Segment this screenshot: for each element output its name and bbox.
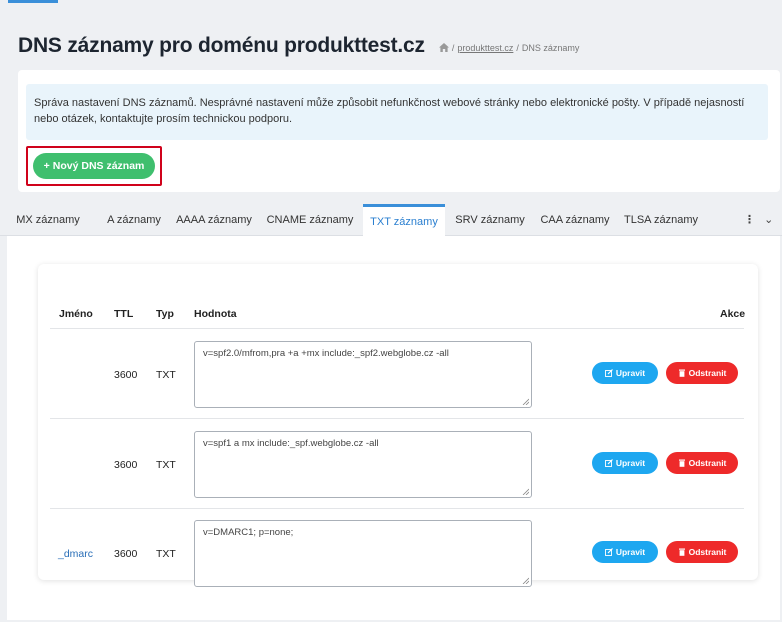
column-header-name: Jméno [59, 308, 93, 320]
resize-handle-icon[interactable] [522, 488, 529, 495]
record-value-text: v=DMARC1; p=none; [203, 527, 294, 538]
column-header-value: Hodnota [194, 308, 237, 320]
trash-icon [678, 459, 685, 467]
breadcrumb: / produkttest.cz / DNS záznamy [438, 42, 580, 53]
edit-label: Upravit [615, 547, 646, 557]
page-title: DNS záznamy pro doménu produkttest.cz [18, 34, 425, 57]
page-header: DNS záznamy pro doménu produkttest.cz / … [18, 34, 579, 58]
record-type: TXT [156, 369, 176, 381]
record-value-text: v=spf1 a mx include:_spf.webglobe.cz -al… [203, 438, 379, 449]
edit-button[interactable]: Upravit [592, 452, 658, 474]
tab-tlsa[interactable]: TLSA záznamy [620, 204, 702, 236]
column-header-actions: Akce [720, 308, 746, 320]
home-icon[interactable] [438, 43, 449, 52]
new-record-highlight: + Nový DNS záznam [26, 146, 162, 186]
new-dns-record-button[interactable]: + Nový DNS záznam [33, 153, 155, 179]
new-dns-record-label: Nový DNS záznam [52, 160, 145, 172]
edit-label: Upravit [615, 368, 646, 378]
column-header-ttl: TTL [114, 308, 134, 320]
plus-icon: + [43, 160, 50, 172]
tab-caa[interactable]: CAA záznamy [536, 204, 614, 236]
edit-button[interactable]: Upravit [592, 541, 658, 563]
record-type: TXT [156, 548, 176, 560]
edit-button[interactable]: Upravit [592, 362, 658, 384]
record-value-textarea[interactable]: v=spf2.0/mfrom,pra +a +mx include:_spf2.… [194, 341, 532, 408]
record-value-textarea[interactable]: v=spf1 a mx include:_spf.webglobe.cz -al… [194, 431, 532, 498]
tabs-more-menu[interactable]: ⋮ ⌄ [744, 204, 773, 236]
record-name[interactable]: _dmarc [58, 548, 93, 560]
edit-icon [604, 548, 613, 556]
chevron-down-icon: ⌄ [764, 214, 774, 226]
tab-srv[interactable]: SRV záznamy [452, 204, 528, 236]
record-ttl: 3600 [114, 459, 138, 471]
column-header-type: Typ [156, 308, 174, 320]
delete-label: Odstranit [688, 547, 727, 557]
intro-card: Správa nastavení DNS záznamů. Nesprávné … [18, 70, 780, 192]
record-ttl: 3600 [114, 369, 138, 381]
delete-button[interactable]: Odstranit [666, 452, 738, 474]
record-ttl: 3600 [114, 548, 138, 560]
resize-handle-icon[interactable] [522, 577, 529, 584]
resize-handle-icon[interactable] [522, 398, 529, 405]
breadcrumb-domain-link[interactable]: produkttest.cz [457, 43, 513, 53]
record-value-textarea[interactable]: v=DMARC1; p=none; [194, 520, 532, 587]
record-value-text: v=spf2.0/mfrom,pra +a +mx include:_spf2.… [203, 348, 449, 359]
breadcrumb-current: DNS záznamy [521, 42, 580, 53]
trash-icon [678, 548, 685, 556]
tab-a[interactable]: A záznamy [98, 204, 170, 236]
tab-mx[interactable]: MX záznamy [6, 204, 90, 236]
breadcrumb-separator: / [516, 42, 519, 53]
delete-label: Odstranit [688, 458, 727, 468]
edit-icon [604, 459, 613, 467]
edit-icon [604, 369, 613, 377]
tab-txt[interactable]: TXT záznamy [363, 204, 445, 237]
delete-label: Odstranit [688, 368, 727, 378]
txt-records-panel: Jméno TTL Typ Hodnota Akce 3600 TXT v=sp… [7, 236, 780, 620]
table-row: _dmarc 3600 TXT v=DMARC1; p=none; Upravi… [38, 508, 758, 597]
delete-button[interactable]: Odstranit [666, 362, 738, 384]
tab-cname[interactable]: CNAME záznamy [264, 204, 356, 236]
edit-label: Upravit [615, 458, 646, 468]
record-type: TXT [156, 459, 176, 471]
trash-icon [678, 369, 685, 377]
record-type-tabs: MX záznamy A záznamy AAAA záznamy CNAME … [0, 204, 782, 237]
info-box: Správa nastavení DNS záznamů. Nesprávné … [26, 84, 768, 140]
top-accent-bar [8, 0, 58, 3]
records-table: Jméno TTL Typ Hodnota Akce 3600 TXT v=sp… [38, 264, 758, 587]
table-row: 3600 TXT v=spf1 a mx include:_spf.webglo… [38, 419, 758, 508]
more-dots-icon: ⋮ [744, 214, 755, 226]
breadcrumb-separator: / [451, 42, 455, 53]
table-row: 3600 TXT v=spf2.0/mfrom,pra +a +mx inclu… [38, 329, 758, 418]
delete-button[interactable]: Odstranit [666, 541, 738, 563]
tab-aaaa[interactable]: AAAA záznamy [172, 204, 256, 236]
